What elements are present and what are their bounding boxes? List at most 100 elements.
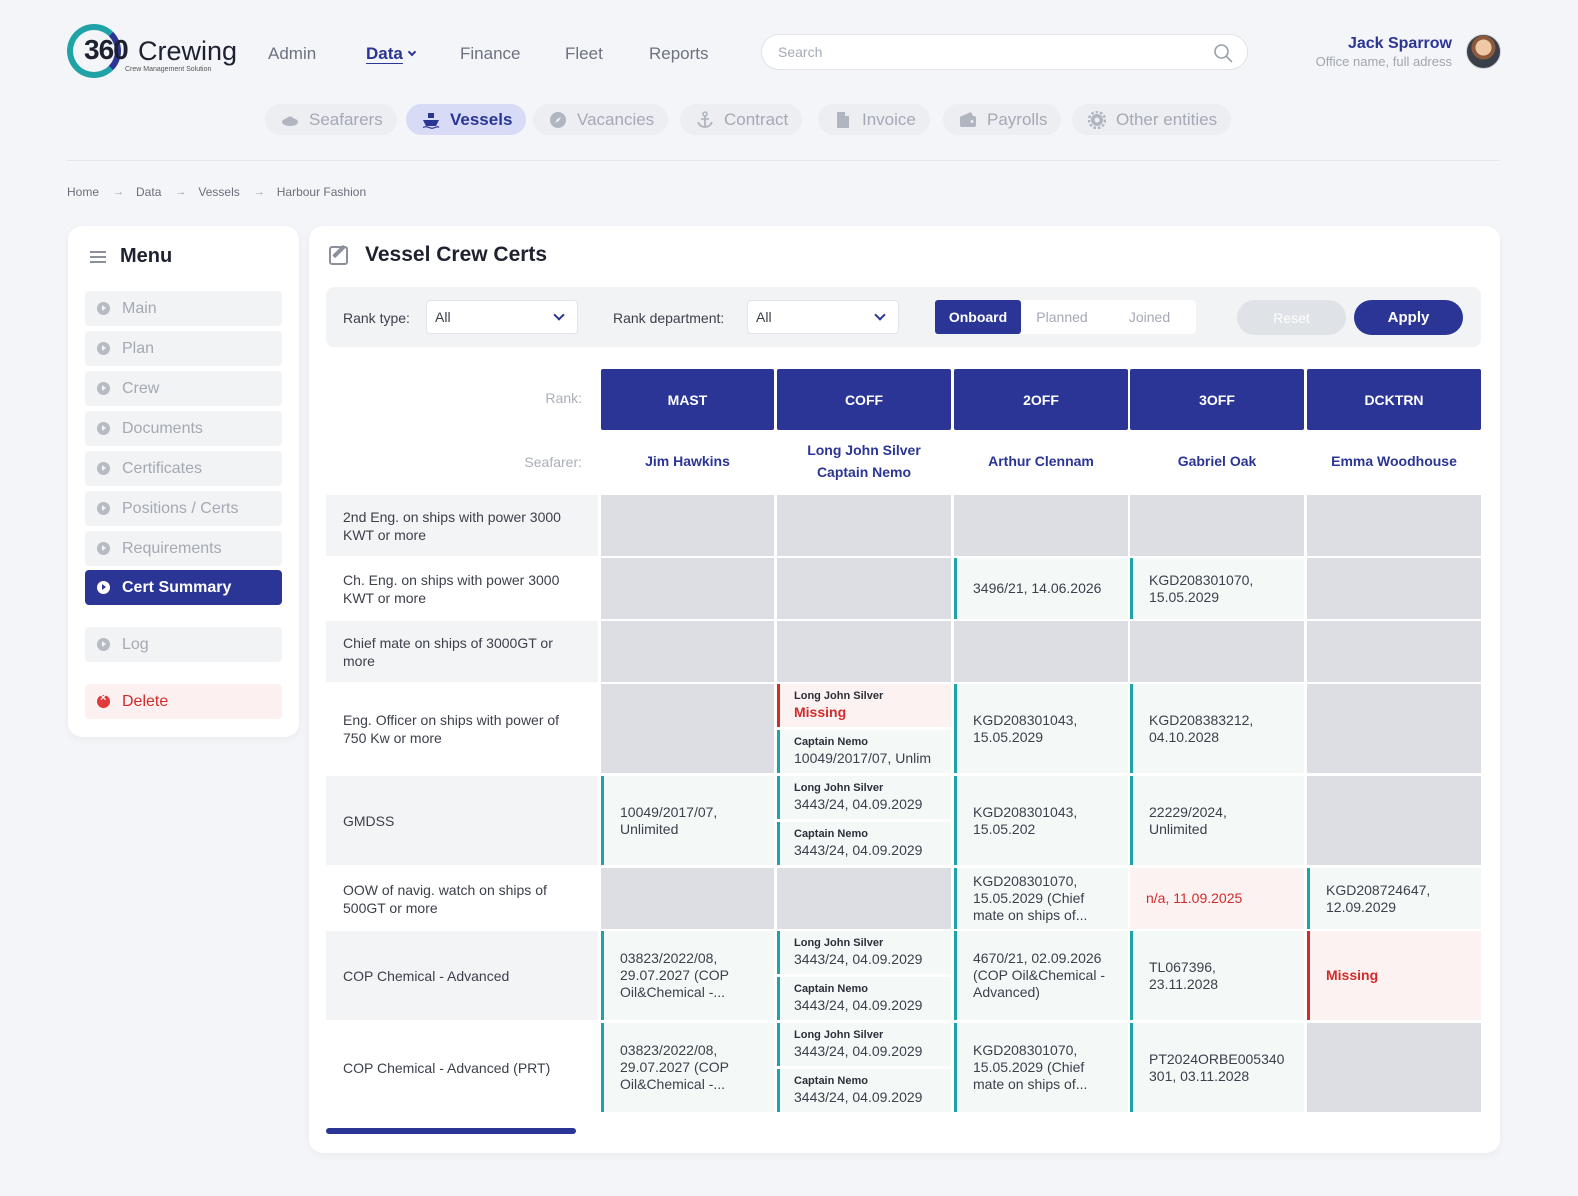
- play-circle-icon: [97, 502, 110, 515]
- sidebar-item-label: Plan: [122, 339, 155, 357]
- cert-cell[interactable]: KGD208383212, 04.10.2028: [1130, 684, 1304, 773]
- tab-other-entities[interactable]: Other entities: [1072, 104, 1232, 135]
- menu-header: Menu: [90, 245, 172, 268]
- delete-button[interactable]: Delete: [85, 684, 282, 719]
- seafarer-link[interactable]: Arthur Clennam: [954, 450, 1128, 472]
- sidebar-item-requirements[interactable]: Requirements: [85, 531, 282, 566]
- cert-cell-missing[interactable]: Missing: [1307, 931, 1481, 1020]
- subcell-value: 10049/2017/07, Unlim: [794, 750, 931, 766]
- sidebar-item-plan[interactable]: Plan: [85, 331, 282, 366]
- seafarer-link[interactable]: Gabriel Oak: [1130, 450, 1304, 472]
- nav-admin[interactable]: Admin: [268, 44, 316, 64]
- cert-cell[interactable]: 3496/21, 14.06.2026: [954, 558, 1128, 619]
- ship-icon: [422, 112, 440, 129]
- sidebar-item-positions-certs[interactable]: Positions / Certs: [85, 491, 282, 526]
- cert-cell[interactable]: PT2024ORBE005340 301, 03.11.2028: [1130, 1023, 1304, 1112]
- sidebar-item-certificates[interactable]: Certificates: [85, 451, 282, 486]
- rank-header-mast: MAST: [601, 369, 774, 430]
- breadcrumb-home[interactable]: Home: [67, 185, 99, 199]
- cert-cell[interactable]: 22229/2024, Unlimited: [1130, 776, 1304, 865]
- cert-cell[interactable]: KGD208301070, 15.05.2029: [1130, 558, 1304, 619]
- document-icon: [837, 111, 849, 128]
- sidebar-item-label: Certificates: [122, 459, 203, 477]
- play-circle-icon: [97, 542, 110, 555]
- app-logo[interactable]: 360 Crewing Crew Management Solution: [67, 24, 237, 78]
- cert-row-label: Chief mate on ships of 3000GT or more: [326, 621, 598, 682]
- segment-joined[interactable]: Joined: [1103, 300, 1196, 334]
- anchor-icon: [697, 110, 713, 128]
- horizontal-scrollbar[interactable]: [326, 1128, 576, 1134]
- cert-cell[interactable]: 03823/2022/08, 29.07.2027 (COP Oil&Chemi…: [601, 931, 774, 1020]
- tab-invoice[interactable]: Invoice: [818, 104, 930, 135]
- search-input[interactable]: [778, 44, 1198, 60]
- sidebar-item-label: Cert Summary: [122, 578, 232, 596]
- close-circle-icon: [97, 692, 110, 708]
- breadcrumb-data[interactable]: Data: [136, 185, 161, 199]
- search-icon[interactable]: [1213, 43, 1233, 63]
- tab-invoice-label: Invoice: [862, 109, 916, 129]
- nav-finance[interactable]: Finance: [460, 44, 520, 64]
- rank-type-select[interactable]: All: [426, 300, 578, 334]
- logo-tagline: Crew Management Solution: [125, 66, 212, 73]
- tab-vessels[interactable]: Vessels: [406, 104, 527, 135]
- seafarer-link[interactable]: Emma Woodhouse: [1307, 450, 1481, 472]
- nav-fleet[interactable]: Fleet: [565, 44, 603, 64]
- seafarer-link[interactable]: Captain Nemo: [777, 461, 951, 483]
- tab-payrolls[interactable]: Payrolls: [943, 104, 1062, 135]
- nav-data[interactable]: Data: [366, 44, 417, 64]
- rank-type-label: Rank type:: [343, 310, 410, 326]
- sidebar-item-crew[interactable]: Crew: [85, 371, 282, 406]
- page-title: Vessel Crew Certs: [365, 243, 548, 266]
- cert-subcell[interactable]: Long John Silver 3443/24, 04.09.2029: [777, 1023, 951, 1066]
- sidebar-item-cert-summary[interactable]: Cert Summary: [85, 570, 282, 605]
- cert-cell[interactable]: KGD208301070, 15.05.2029 (Chief mate on …: [954, 1023, 1128, 1112]
- segment-planned[interactable]: Planned: [1021, 300, 1103, 334]
- sidebar-item-label: Positions / Certs: [122, 499, 239, 517]
- cert-cell-empty: [1307, 684, 1481, 773]
- cert-subcell[interactable]: Long John Silver Missing: [777, 684, 951, 727]
- apply-button[interactable]: Apply: [1354, 300, 1463, 335]
- cert-cell[interactable]: KGD208301070, 15.05.2029 (Chief mate on …: [954, 868, 1128, 929]
- play-circle-icon: [97, 382, 110, 395]
- sidebar-item-main[interactable]: Main: [85, 291, 282, 326]
- nav-reports[interactable]: Reports: [649, 44, 709, 64]
- cert-cell[interactable]: TL067396, 23.11.2028: [1130, 931, 1304, 1020]
- entity-tabs: Seafarers Vessels Vacancies Contract Inv…: [0, 104, 1578, 136]
- cert-cell-empty: [1307, 776, 1481, 865]
- reset-button[interactable]: Reset: [1237, 300, 1346, 335]
- tab-vacancies[interactable]: Vacancies: [533, 104, 669, 135]
- breadcrumb-vessels[interactable]: Vessels: [198, 185, 239, 199]
- cert-cell-empty: [1307, 558, 1481, 619]
- cert-cell-multi: Long John Silver 3443/24, 04.09.2029 Cap…: [777, 1023, 951, 1112]
- hamburger-icon[interactable]: [90, 250, 106, 263]
- cert-subcell[interactable]: Long John Silver 3443/24, 04.09.2029: [777, 776, 951, 819]
- cert-cell-multi: Long John Silver Missing Captain Nemo 10…: [777, 684, 951, 773]
- segment-onboard[interactable]: Onboard: [935, 300, 1021, 334]
- cert-subcell[interactable]: Captain Nemo 3443/24, 04.09.2029: [777, 977, 951, 1020]
- cert-subcell[interactable]: Captain Nemo 3443/24, 04.09.2029: [777, 822, 951, 865]
- cert-subcell[interactable]: Long John Silver 3443/24, 04.09.2029: [777, 931, 951, 974]
- tab-contract[interactable]: Contract: [680, 104, 803, 135]
- cert-subcell[interactable]: Captain Nemo 10049/2017/07, Unlim: [777, 730, 951, 773]
- cert-cell[interactable]: KGD208301043, 15.05.2029: [954, 684, 1128, 773]
- avatar[interactable]: [1466, 34, 1501, 69]
- cert-cell[interactable]: KGD208301043, 15.05.202: [954, 776, 1128, 865]
- sidebar-item-documents[interactable]: Documents: [85, 411, 282, 446]
- user-name[interactable]: Jack Sparrow: [1348, 35, 1452, 53]
- cert-cell[interactable]: KGD208724647, 12.09.2029: [1307, 868, 1481, 929]
- cert-subcell[interactable]: Captain Nemo 3443/24, 04.09.2029: [777, 1069, 951, 1112]
- tab-seafarers[interactable]: Seafarers: [265, 104, 397, 135]
- seafarer-link[interactable]: Long John Silver: [777, 439, 951, 461]
- cert-cell-empty: [601, 558, 774, 619]
- cert-cell-expired[interactable]: n/a, 11.09.2025: [1130, 868, 1304, 929]
- cert-row-label: Ch. Eng. on ships with power 3000 KWT or…: [326, 558, 598, 619]
- sidebar-item-log[interactable]: Log: [85, 627, 282, 662]
- rank-department-select[interactable]: All: [747, 300, 899, 334]
- cert-cell-empty: [777, 558, 951, 619]
- cert-cell[interactable]: 10049/2017/07, Unlimited: [601, 776, 774, 865]
- cert-cell[interactable]: 03823/2022/08, 29.07.2027 (COP Oil&Chemi…: [601, 1023, 774, 1112]
- rank-header-3off: 3OFF: [1130, 369, 1304, 430]
- cert-cell[interactable]: 4670/21, 02.09.2026 (COP Oil&Chemical - …: [954, 931, 1128, 1020]
- cert-cell-multi: Long John Silver 3443/24, 04.09.2029 Cap…: [777, 776, 951, 865]
- seafarer-link[interactable]: Jim Hawkins: [601, 450, 774, 472]
